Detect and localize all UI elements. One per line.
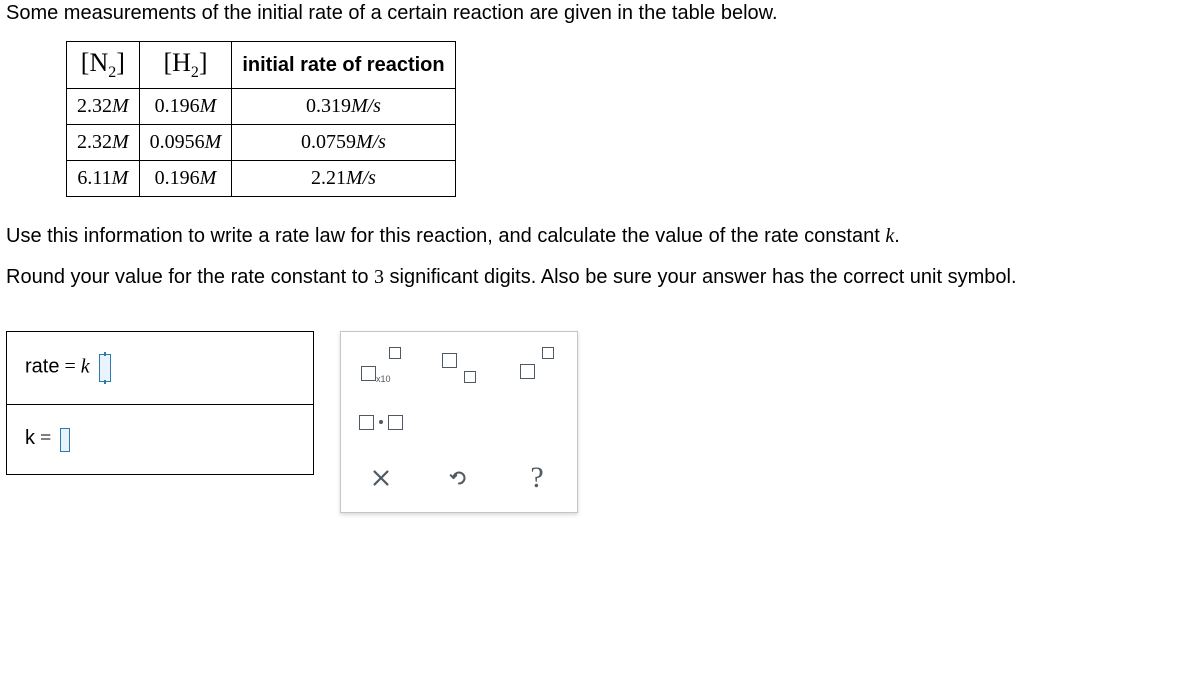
answer-table: rate = k k = — [6, 331, 314, 474]
rate-law-input-cell[interactable]: rate = k — [7, 332, 314, 405]
k-value-placeholder[interactable] — [60, 428, 70, 452]
table-row: 6.11M 0.196M 2.21M/s — [67, 161, 456, 197]
scientific-notation-button[interactable]: x10 — [361, 348, 401, 384]
close-icon — [370, 467, 392, 489]
k-value-input-cell[interactable]: k = — [7, 405, 314, 474]
multiply-dot-button[interactable] — [361, 404, 401, 440]
clear-button[interactable] — [361, 460, 401, 496]
help-button[interactable]: ? — [517, 460, 557, 496]
help-icon: ? — [530, 461, 543, 495]
data-table: [N2] [H2] initial rate of reaction 2.32M… — [66, 41, 456, 197]
undo-icon — [448, 467, 470, 489]
table-row: 2.32M 0.0956M 0.0759M/s — [67, 125, 456, 161]
col-header-n2: [N2] — [67, 42, 140, 89]
instruction-2: Round your value for the rate constant t… — [6, 264, 1194, 291]
instruction-1: Use this information to write a rate law… — [6, 223, 1194, 250]
table-row: 2.32M 0.196M 0.319M/s — [67, 89, 456, 125]
intro-text: Some measurements of the initial rate of… — [6, 0, 1194, 27]
col-header-h2: [H2] — [139, 42, 232, 89]
superscript-button[interactable] — [517, 348, 557, 384]
subscript-button[interactable] — [439, 348, 479, 384]
symbol-palette: x10 — [340, 331, 578, 513]
undo-button[interactable] — [439, 460, 479, 496]
col-header-rate: initial rate of reaction — [232, 42, 455, 89]
rate-law-placeholder[interactable] — [99, 354, 111, 382]
